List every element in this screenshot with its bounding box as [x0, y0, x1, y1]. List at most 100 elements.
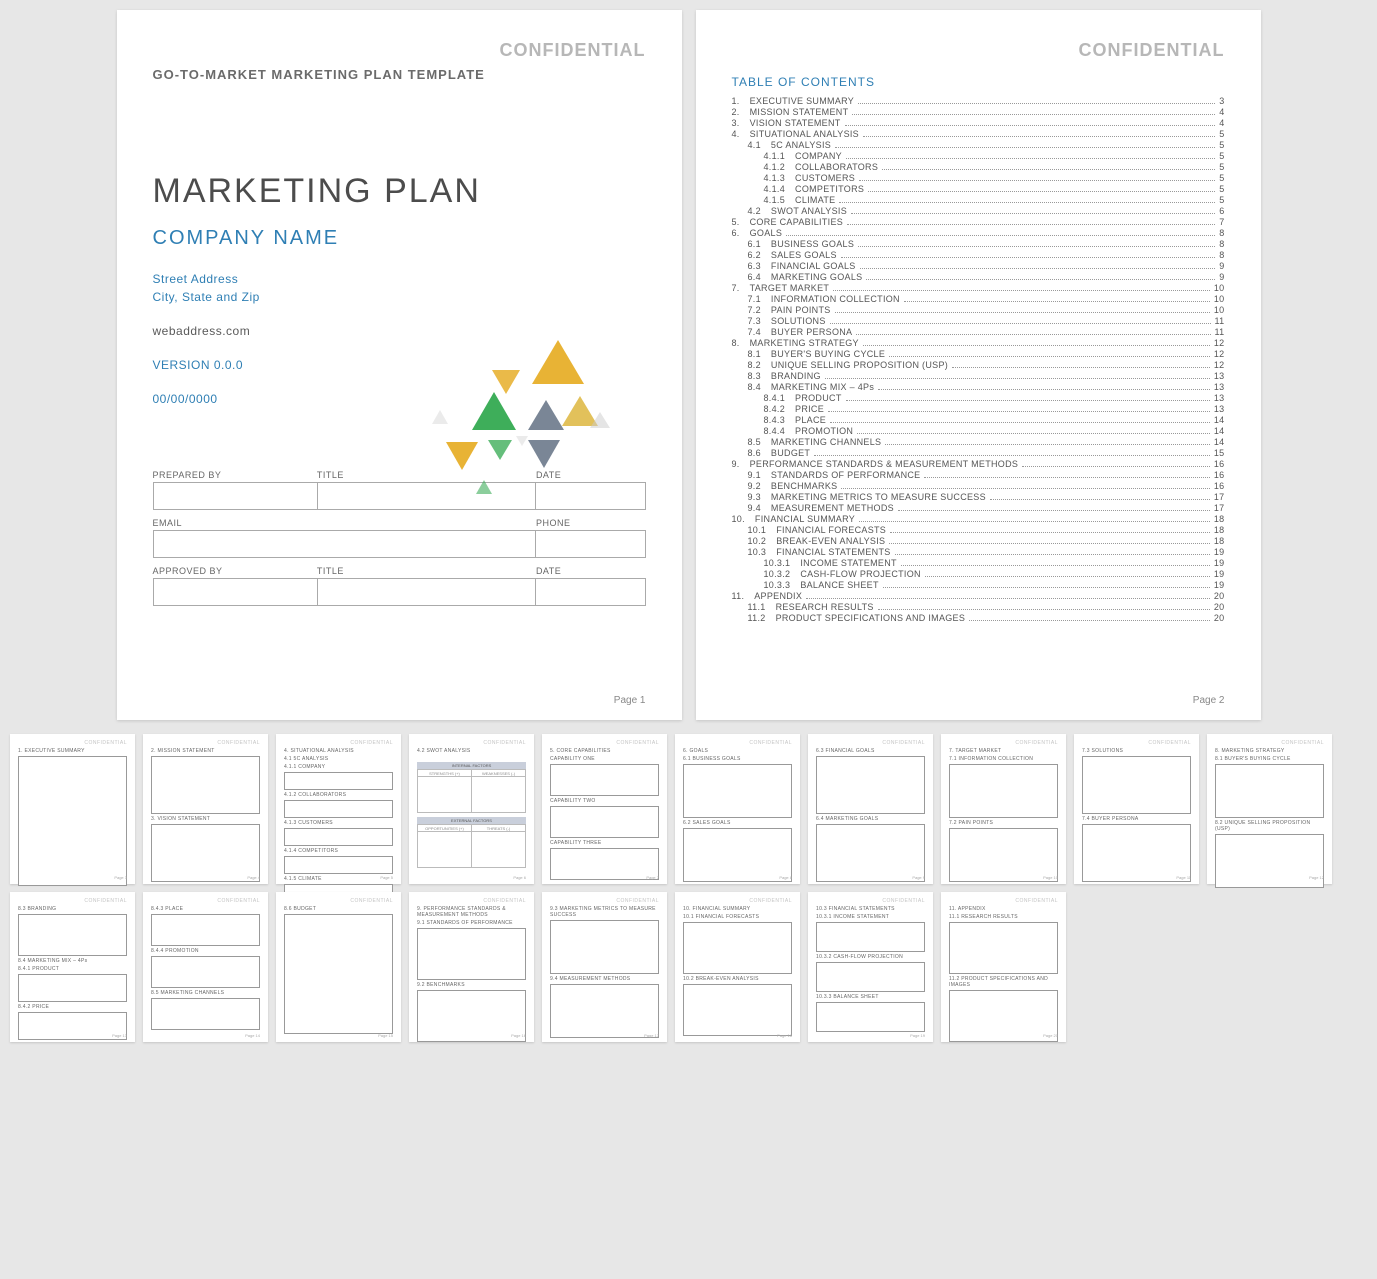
approved-by-input[interactable]	[153, 578, 318, 606]
title-input-2[interactable]	[318, 578, 536, 606]
date-input-2[interactable]	[536, 578, 646, 606]
thumb-heading: 6. GOALS	[683, 748, 792, 754]
page-thumbnail[interactable]: CONFIDENTIAL10. FINANCIAL SUMMARY10.1 FI…	[675, 892, 800, 1042]
toc-entry[interactable]: 3.VISION STATEMENT4	[732, 117, 1225, 128]
toc-leader	[847, 224, 1215, 225]
toc-entry[interactable]: 9.3MARKETING METRICS TO MEASURE SUCCESS1…	[732, 491, 1225, 502]
toc-entry[interactable]: 10.2BREAK-EVEN ANALYSIS18	[732, 535, 1225, 546]
page-thumbnail[interactable]: CONFIDENTIAL5. CORE CAPABILITIESCAPABILI…	[542, 734, 667, 884]
toc-entry[interactable]: 4.SITUATIONAL ANALYSIS5	[732, 128, 1225, 139]
toc-entry[interactable]: 5.CORE CAPABILITIES7	[732, 216, 1225, 227]
toc-entry[interactable]: 8.4.2PRICE13	[732, 403, 1225, 414]
toc-leader	[835, 312, 1210, 313]
confidential-watermark: CONFIDENTIAL	[949, 740, 1058, 746]
toc-entry[interactable]: 6.4MARKETING GOALS9	[732, 271, 1225, 282]
thumb-content-box	[949, 990, 1058, 1042]
thumb-heading: 8.6 BUDGET	[284, 906, 393, 912]
toc-entry[interactable]: 6.2SALES GOALS8	[732, 249, 1225, 260]
page-thumbnail[interactable]: CONFIDENTIAL6.3 FINANCIAL GOALS6.4 MARKE…	[808, 734, 933, 884]
toc-entry[interactable]: 8.6BUDGET15	[732, 447, 1225, 458]
prepared-by-input[interactable]	[153, 482, 318, 510]
toc-entry[interactable]: 4.1.2COLLABORATORS5	[732, 161, 1225, 172]
confidential-watermark: CONFIDENTIAL	[732, 40, 1225, 61]
toc-leader	[858, 103, 1215, 104]
page-thumbnail[interactable]: CONFIDENTIAL7.3 SOLUTIONS7.4 BUYER PERSO…	[1074, 734, 1199, 884]
toc-entry[interactable]: 7.4BUYER PERSONA11	[732, 326, 1225, 337]
phone-input[interactable]	[536, 530, 646, 558]
toc-entry[interactable]: 10.1FINANCIAL FORECASTS18	[732, 524, 1225, 535]
toc-label: FINANCIAL SUMMARY	[755, 514, 855, 524]
toc-entry[interactable]: 8.1BUYER'S BUYING CYCLE12	[732, 348, 1225, 359]
thumb-content-box	[151, 998, 260, 1030]
toc-entry[interactable]: 10.3.2CASH-FLOW PROJECTION19	[732, 568, 1225, 579]
toc-entry[interactable]: 9.1STANDARDS OF PERFORMANCE16	[732, 469, 1225, 480]
toc-page: 12	[1214, 360, 1225, 370]
toc-entry[interactable]: 8.4.4PROMOTION14	[732, 425, 1225, 436]
toc-entry[interactable]: 7.1INFORMATION COLLECTION10	[732, 293, 1225, 304]
toc-number: 4.1.1	[764, 151, 786, 161]
page-thumbnail[interactable]: CONFIDENTIAL9. PERFORMANCE STANDARDS & M…	[409, 892, 534, 1042]
toc-entry[interactable]: 4.1.5CLIMATE5	[732, 194, 1225, 205]
toc-leader	[863, 136, 1215, 137]
toc-entry[interactable]: 10.3FINANCIAL STATEMENTS19	[732, 546, 1225, 557]
toc-entry[interactable]: 4.1.1COMPANY5	[732, 150, 1225, 161]
thumb-content-box	[683, 828, 792, 882]
toc-entry[interactable]: 10.FINANCIAL SUMMARY18	[732, 513, 1225, 524]
page-thumbnail[interactable]: CONFIDENTIAL4. SITUATIONAL ANALYSIS4.1 5…	[276, 734, 401, 884]
page-thumbnail[interactable]: CONFIDENTIAL7. TARGET MARKET7.1 INFORMAT…	[941, 734, 1066, 884]
page-thumbnail[interactable]: CONFIDENTIAL11. APPENDIX11.1 RESEARCH RE…	[941, 892, 1066, 1042]
toc-entry[interactable]: 9.2BENCHMARKS16	[732, 480, 1225, 491]
toc-entry[interactable]: 4.2SWOT ANALYSIS6	[732, 205, 1225, 216]
page-thumbnail[interactable]: CONFIDENTIAL10.3 FINANCIAL STATEMENTS10.…	[808, 892, 933, 1042]
toc-entry[interactable]: 4.15C ANALYSIS5	[732, 139, 1225, 150]
toc-entry[interactable]: 9.4MEASUREMENT METHODS17	[732, 502, 1225, 513]
page-thumbnail[interactable]: CONFIDENTIAL8. MARKETING STRATEGY8.1 BUY…	[1207, 734, 1332, 884]
toc-entry[interactable]: 4.1.4COMPETITORS5	[732, 183, 1225, 194]
toc-number: 9.2	[748, 481, 761, 491]
toc-label: FINANCIAL GOALS	[771, 261, 856, 271]
toc-leader	[839, 202, 1215, 203]
toc-leader	[901, 565, 1210, 566]
toc-entry[interactable]: 11.1RESEARCH RESULTS20	[732, 601, 1225, 612]
toc-entry[interactable]: 6.GOALS8	[732, 227, 1225, 238]
toc-entry[interactable]: 1.EXECUTIVE SUMMARY3	[732, 95, 1225, 106]
toc-entry[interactable]: 7.TARGET MARKET10	[732, 282, 1225, 293]
toc-entry[interactable]: 2.MISSION STATEMENT4	[732, 106, 1225, 117]
toc-entry[interactable]: 7.3SOLUTIONS11	[732, 315, 1225, 326]
toc-number: 7.1	[748, 294, 761, 304]
page-thumbnail[interactable]: CONFIDENTIAL8.3 BRANDING8.4 MARKETING MI…	[10, 892, 135, 1042]
toc-entry[interactable]: 8.4.3PLACE14	[732, 414, 1225, 425]
email-input[interactable]	[153, 530, 536, 558]
thumb-heading: 9.3 MARKETING METRICS TO MEASURE SUCCESS	[550, 906, 659, 918]
toc-entry[interactable]: 8.4MARKETING MIX – 4Ps13	[732, 381, 1225, 392]
toc-entry[interactable]: 7.2PAIN POINTS10	[732, 304, 1225, 315]
page-thumbnail[interactable]: CONFIDENTIAL8.4.3 PLACE8.4.4 PROMOTION8.…	[143, 892, 268, 1042]
thumb-page-number: Page 11	[1176, 875, 1191, 880]
page-thumbnail[interactable]: CONFIDENTIAL2. MISSION STATEMENT3. VISIO…	[143, 734, 268, 884]
toc-label: BUYER PERSONA	[771, 327, 852, 337]
page-thumbnail[interactable]: CONFIDENTIAL8.6 BUDGETPage 15	[276, 892, 401, 1042]
thumb-page-number: Page 12	[1309, 875, 1324, 880]
toc-entry[interactable]: 11.2PRODUCT SPECIFICATIONS AND IMAGES20	[732, 612, 1225, 623]
toc-entry[interactable]: 8.2UNIQUE SELLING PROPOSITION (USP)12	[732, 359, 1225, 370]
page-thumbnail[interactable]: CONFIDENTIAL9.3 MARKETING METRICS TO MEA…	[542, 892, 667, 1042]
toc-leader	[835, 147, 1215, 148]
thumb-heading: 4.1.3 CUSTOMERS	[284, 820, 393, 826]
toc-entry[interactable]: 6.1BUSINESS GOALS8	[732, 238, 1225, 249]
page-thumbnail[interactable]: CONFIDENTIAL6. GOALS6.1 BUSINESS GOALS6.…	[675, 734, 800, 884]
page-thumbnail[interactable]: CONFIDENTIAL4.2 SWOT ANALYSISINTERNAL FA…	[409, 734, 534, 884]
toc-entry[interactable]: 4.1.3CUSTOMERS5	[732, 172, 1225, 183]
toc-page: 19	[1214, 580, 1225, 590]
toc-entry[interactable]: 11.APPENDIX20	[732, 590, 1225, 601]
toc-entry[interactable]: 9.PERFORMANCE STANDARDS & MEASUREMENT ME…	[732, 458, 1225, 469]
toc-label: BRANDING	[771, 371, 821, 381]
page-thumbnail[interactable]: CONFIDENTIAL1. EXECUTIVE SUMMARYPage 3	[10, 734, 135, 884]
toc-entry[interactable]: 8.5MARKETING CHANNELS14	[732, 436, 1225, 447]
toc-entry[interactable]: 10.3.1INCOME STATEMENT19	[732, 557, 1225, 568]
toc-entry[interactable]: 6.3FINANCIAL GOALS9	[732, 260, 1225, 271]
toc-entry[interactable]: 8.3BRANDING13	[732, 370, 1225, 381]
toc-entry[interactable]: 10.3.3BALANCE SHEET19	[732, 579, 1225, 590]
toc-entry[interactable]: 8.4.1PRODUCT13	[732, 392, 1225, 403]
toc-entry[interactable]: 8.MARKETING STRATEGY12	[732, 337, 1225, 348]
thumb-content-box	[18, 974, 127, 1002]
